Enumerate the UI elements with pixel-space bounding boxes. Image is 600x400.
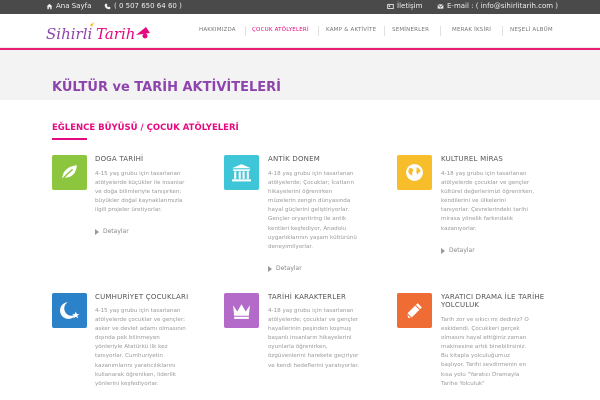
details-link[interactable]: Detaylar [441,247,475,254]
card-title: YARATICI DRAMA İLE TARİHE YOLCULUK [441,293,545,309]
card-title: KULTUREL MİRAS [441,155,503,163]
contact-label: İletişim [397,2,423,10]
nav-happy-album[interactable]: NEŞELİ ALBÜM [510,27,553,33]
contact-card-icon [387,3,394,10]
magic-hat-logo: Sihirli Tarih [46,22,150,43]
svg-text:Tarih: Tarih [96,25,135,43]
nav-divider [384,26,385,36]
site-logo[interactable]: Sihirli Tarih [46,21,154,45]
details-link[interactable]: Detaylar [95,228,129,235]
phone-item[interactable]: ( 0 507 650 64 60 ) [104,2,182,10]
section-title: EĞLENCE BÜYÜSÜ / ÇOCUK ATÖLYELERİ [52,123,239,133]
nav-divider [245,26,246,36]
contact-link[interactable]: İletişim [387,2,422,10]
card-description: 4-18 yaş grubu için tasarlanan atölyelerd… [441,171,535,232]
nav-about[interactable]: HAKKIMIZDA [199,27,236,33]
crown-icon [224,293,259,328]
play-icon [268,265,272,272]
card-description: 4-18 yaş grubu için tasarlanan atölyelerd… [268,171,357,250]
home-link[interactable]: Ana Sayfa [46,2,91,10]
nav-divider [502,26,503,36]
phone-icon [104,3,111,10]
card-description: 4-15 yaş grubu için tasarlanan atölyelerd… [95,171,185,214]
nav-kids-workshops[interactable]: ÇOCUK ATÖLYELERİ [252,27,309,33]
globe-icon [397,155,432,190]
nav-camp-activity[interactable]: KAMP & AKTİVİTE [326,27,376,33]
crescent-moon-icon [52,293,87,328]
section-underline [52,138,87,140]
leaf-icon [52,155,87,190]
page-title: KÜLTÜR ve TARİH AKTİVİTELERİ [52,80,281,95]
phone-label: ( 0 507 650 64 60 ) [114,2,182,10]
nav-curiosity-potion[interactable]: MERAK İKSİRİ [452,27,491,33]
card-description: 4-18 yaş grubu için tasarlanan atölyelerd… [268,308,359,369]
email-label: E-mail : ( info@sihirlitarih.com ) [447,2,559,10]
site-header: Sihirli Tarih HAKKIMIZDA ÇOCUK ATÖLYELER… [0,14,600,48]
play-icon [95,228,99,235]
home-label: Ana Sayfa [56,2,92,10]
card-description: Tarih zor ve sıkıcı mı dediniz? Oeskiden… [441,317,529,387]
details-link[interactable]: Detaylar [268,265,302,272]
nav-seminars[interactable]: SEMİNERLER [392,27,429,33]
email-icon [437,3,444,10]
card-title: DOGA TARİHİ [95,155,144,163]
card-title: CUMHURİYET ÇOCUKLARI [95,293,189,301]
nav-divider [318,26,319,36]
pencil-icon [397,293,432,328]
top-bar: Ana Sayfa ( 0 507 650 64 60 ) İletişim E… [0,0,600,14]
card-description: 4-15 yaş grubu için tasarlanan atölyelerd… [95,308,186,387]
nav-divider [440,26,441,36]
home-icon [46,3,53,10]
card-title: ANTİK DONEM [268,155,320,163]
email-item[interactable]: E-mail : ( info@sihirlitarih.com ) [437,2,558,10]
card-title: TARİHİ KARAKTERLER [268,293,347,301]
svg-text:Sihirli: Sihirli [46,25,92,43]
temple-icon [224,155,259,190]
play-icon [441,247,445,254]
